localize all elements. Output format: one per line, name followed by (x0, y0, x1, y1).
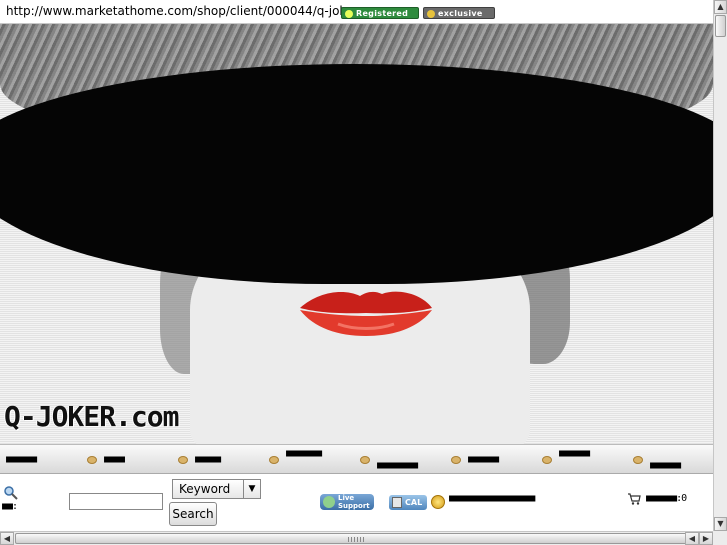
cart-count[interactable]: ■■■■■■:0 (646, 494, 687, 504)
vertical-scroll-thumb[interactable] (715, 15, 726, 37)
page-url[interactable]: http://www.marketathome.com/shop/client/… (6, 4, 358, 18)
nav-separator (450, 447, 461, 471)
nav-item[interactable]: ■■■■■ (195, 455, 221, 465)
calendar-button[interactable]: CAL (389, 495, 427, 510)
search-label: ■■: (2, 501, 18, 512)
search-icon (4, 486, 18, 500)
hat-brim (0, 64, 713, 284)
chevron-down-icon[interactable]: ▼ (243, 480, 260, 498)
tool-bar: ■■: Keyword ▼ Search Live Support CAL ■■… (0, 474, 713, 528)
live-support-line1: Live (338, 494, 355, 502)
nav-item[interactable]: ■■■■ (104, 455, 125, 465)
notice-text[interactable]: ■■■■■■■■■■■■■■■■■ (449, 494, 535, 504)
calendar-label: CAL (405, 498, 423, 507)
nav-separator (541, 447, 552, 471)
hero-banner: Q-JOKER.com (0, 24, 713, 444)
grip-icon (348, 537, 366, 542)
scroll-down-arrow-icon[interactable]: ▼ (714, 517, 727, 531)
nav-item[interactable]: ■■■■■■ (650, 461, 681, 471)
scrollbar-corner (713, 531, 727, 545)
registered-badge-label: Registered (356, 9, 409, 18)
search-scope-select[interactable]: Keyword ▼ (172, 479, 261, 499)
cart-icon[interactable] (627, 492, 641, 506)
search-input[interactable] (69, 493, 163, 510)
address-bar: http://www.marketathome.com/shop/client/… (0, 0, 727, 24)
exclusive-badge: exclusive (423, 7, 495, 19)
scroll-left-arrow-icon[interactable]: ◀ (0, 532, 14, 545)
nav-separator (268, 447, 279, 471)
nav-item[interactable]: ■■■■■■■■ (377, 461, 418, 471)
check-icon (345, 10, 353, 18)
person-icon (323, 496, 335, 508)
nav-item[interactable]: ■■■■■■ (6, 455, 37, 465)
site-logo[interactable]: Q-JOKER.com (4, 400, 179, 433)
vertical-scrollbar[interactable]: ▲ ▼ (713, 0, 727, 531)
nav-separator (359, 447, 370, 471)
registered-badge: Registered (341, 7, 419, 19)
live-support-button[interactable]: Live Support (320, 494, 374, 510)
nav-separator (632, 447, 643, 471)
medal-icon (427, 10, 435, 18)
live-support-line2: Support (338, 502, 370, 510)
coin-icon[interactable] (431, 495, 445, 509)
nav-item[interactable]: ■■■■■■ (468, 455, 499, 465)
nav-item[interactable]: ■■■■■■ (559, 449, 590, 459)
nav-bar: ■■■■■■ ■■■■ ■■■■■ ■■■■■■■ ■■■■■■■■ ■■■■■… (0, 444, 713, 474)
scroll-right-arrow-icon[interactable]: ▶ (699, 532, 713, 545)
nav-separator (177, 447, 188, 471)
nav-item[interactable]: ■■■■■■■ (286, 449, 322, 459)
scroll-left-arrow-icon[interactable]: ◀ (685, 532, 699, 545)
scroll-up-arrow-icon[interactable]: ▲ (714, 0, 727, 14)
horizontal-scroll-thumb[interactable] (15, 533, 698, 544)
horizontal-scrollbar[interactable]: ◀ ◀ ▶ (0, 531, 713, 545)
calendar-icon (392, 497, 402, 508)
nav-separator (86, 447, 97, 471)
red-lips (300, 291, 432, 336)
exclusive-badge-label: exclusive (438, 9, 483, 18)
search-scope-value: Keyword (179, 482, 231, 496)
search-button[interactable]: Search (169, 502, 217, 526)
